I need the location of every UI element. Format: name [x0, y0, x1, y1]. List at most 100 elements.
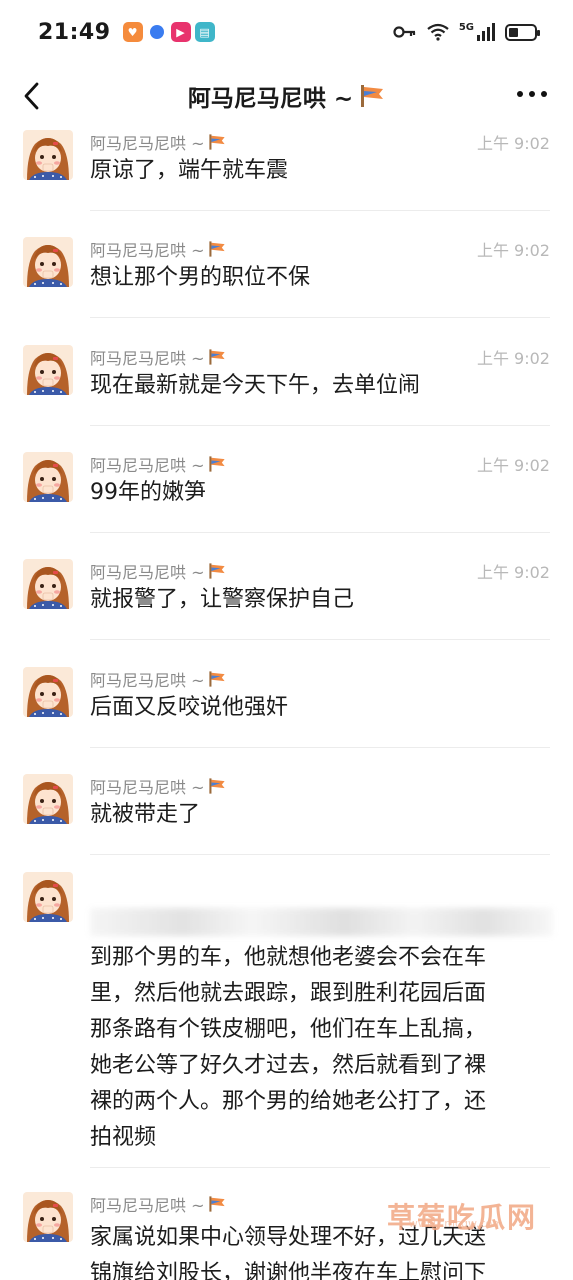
message-item: 阿马尼马尼哄 ~ 上午 9:02 现在最新就是今天下午，去单位闹 — [0, 344, 573, 452]
app-icon-notification-book: ▤ — [194, 22, 215, 42]
battery-icon — [505, 23, 540, 41]
avatar[interactable] — [23, 773, 73, 824]
chat-header: 阿马尼马尼哄 ~ — [0, 64, 573, 128]
avatar[interactable] — [23, 872, 73, 922]
sender-name-text: 阿马尼马尼哄 ~ — [90, 455, 205, 475]
message-item: 阿马尼马尼哄 ~ 后面又反咬说他强奸 — [0, 666, 573, 774]
avatar[interactable] — [23, 559, 73, 610]
message-item-long: 到那个男的车，他就想他老婆会不会在车 里，然后他就去跟踪，跟到胜利花园后面 那条… — [0, 872, 573, 1172]
divider — [90, 1167, 550, 1168]
girl-cartoon-icon — [23, 773, 73, 824]
avatar[interactable] — [23, 451, 73, 502]
long-message-text: 到那个男的车，他就想他老婆会不会在车 里，然后他就去跟踪，跟到胜利花园后面 那条… — [90, 940, 552, 1156]
fish-flag-icon — [361, 85, 384, 107]
avatar[interactable] — [23, 1192, 73, 1242]
message-text: 99年的嫩笋 — [90, 479, 206, 505]
avatar[interactable] — [23, 237, 73, 288]
message-item: 阿马尼马尼哄 ~ 上午 9:02 99年的嫩笋 — [0, 451, 573, 559]
sender-name: 阿马尼马尼哄 ~ — [90, 559, 226, 583]
message-text: 现在最新就是今天下午，去单位闹 — [90, 372, 421, 398]
sender-name-text: 阿马尼马尼哄 ~ — [90, 241, 205, 261]
sender-name: 阿马尼马尼哄 ~ — [90, 667, 226, 691]
message-text: 原谅了，端午就车震 — [90, 158, 289, 183]
avatar[interactable] — [23, 344, 73, 395]
long-message-line: 那条路有个铁皮棚吧，他们在车上乱搞， — [90, 1017, 487, 1042]
message-time: 上午 9:02 — [476, 241, 550, 261]
sender-name-text: 阿马尼马尼哄 ~ — [90, 563, 205, 583]
fish-flag-icon — [208, 563, 225, 579]
message-time: 上午 9:02 — [476, 134, 550, 153]
message-time: 上午 9:02 — [476, 563, 550, 583]
message-list[interactable]: 阿马尼马尼哄 ~ 上午 9:02 原谅了，端午就车震 阿马尼马尼哄 ~ 上午 9:02 想… — [0, 128, 573, 1280]
sender-name-text: 阿马尼马尼哄 ~ — [90, 670, 205, 690]
long-message-line: 到那个男的车，他就想他老婆会不会在车 — [90, 945, 487, 970]
watermark-url: www.cmcgw.com — [408, 1217, 503, 1230]
girl-cartoon-icon — [23, 559, 73, 610]
message-item: 阿马尼马尼哄 ~ 上午 9:02 想让那个男的职位不保 — [0, 237, 573, 344]
message-text: 后面又反咬说他强奸 — [90, 694, 289, 720]
message-text: 就报警了，让警察保护自己 — [90, 587, 355, 613]
chat-title-text: 阿马尼马尼哄 ~ — [187, 86, 354, 112]
message-time: 上午 9:02 — [476, 455, 550, 475]
app-icon-notification-blue — [146, 22, 167, 42]
fish-flag-icon — [208, 134, 225, 150]
status-bar: 21:49 ♥ ▶ ▤ 5G — [0, 0, 573, 64]
network-type: 5G — [458, 22, 474, 33]
sender-name-text: 阿马尼马尼哄 ~ — [90, 777, 205, 797]
divider — [90, 424, 550, 426]
sender-name: 阿马尼马尼哄 ~ — [90, 774, 226, 798]
status-indicators: 5G — [393, 23, 540, 41]
girl-cartoon-icon — [23, 130, 73, 180]
sender-name-text: 阿马尼马尼哄 ~ — [90, 348, 205, 368]
message-item: 阿马尼马尼哄 ~ 上午 9:02 原谅了，端午就车震 — [0, 130, 573, 237]
sender-name: 阿马尼马尼哄 ~ — [90, 452, 226, 476]
sender-name: 阿马尼马尼哄 ~ — [90, 345, 226, 369]
divider — [90, 746, 550, 748]
sender-name-text: 阿马尼马尼哄 ~ — [90, 134, 205, 153]
fish-flag-icon — [208, 241, 225, 257]
sender-name: 阿马尼马尼哄 ~ — [90, 1192, 226, 1216]
message-item: 阿马尼马尼哄 ~ 上午 9:02 就报警了，让警察保护自己 — [0, 559, 573, 666]
fish-flag-icon — [208, 778, 225, 794]
blurred-text-line — [90, 908, 553, 936]
cellular-signal-icon: 5G — [459, 23, 495, 41]
back-arrow-icon[interactable] — [18, 78, 48, 114]
girl-cartoon-icon — [23, 1192, 73, 1242]
key-icon — [393, 26, 415, 38]
message-item: 阿马尼马尼哄 ~ 就被带走了 — [0, 773, 573, 881]
divider — [90, 639, 550, 641]
fish-flag-icon — [208, 670, 225, 687]
girl-cartoon-icon — [23, 237, 73, 288]
wifi-icon — [427, 23, 449, 41]
chat-title: 阿马尼马尼哄 ~ — [188, 79, 385, 113]
avatar[interactable] — [23, 666, 73, 717]
last-message-line: 锦旗给刘股长，谢谢他半夜在车上慰问下 — [90, 1261, 487, 1280]
girl-cartoon-icon — [23, 666, 73, 717]
long-message-line: 里，然后他就去跟踪，跟到胜利花园后面 — [90, 981, 487, 1006]
girl-cartoon-icon — [23, 451, 73, 502]
message-text: 想让那个男的职位不保 — [90, 265, 311, 291]
girl-cartoon-icon — [23, 344, 73, 395]
watermark: 草莓吃瓜网 — [386, 1201, 537, 1234]
message-time: 上午 9:02 — [476, 348, 550, 368]
status-time: 21:49 — [38, 19, 111, 45]
more-options-icon[interactable] — [517, 91, 547, 97]
sender-name: 阿马尼马尼哄 ~ — [90, 130, 226, 154]
long-message-line: 裸的两个人。那个男的给她老公打了，还 — [90, 1089, 487, 1114]
girl-cartoon-icon — [23, 872, 73, 922]
divider — [90, 531, 550, 533]
fish-flag-icon — [208, 456, 225, 472]
sender-name-text: 阿马尼马尼哄 ~ — [90, 1196, 205, 1215]
avatar[interactable] — [23, 130, 73, 180]
sender-name: 阿马尼马尼哄 ~ — [90, 237, 226, 261]
long-message-line: 她老公等了好久才过去，然后就看到了裸 — [90, 1053, 487, 1078]
divider — [90, 210, 550, 211]
app-icon-notification-heart: ♥ — [122, 22, 143, 42]
fish-flag-icon — [208, 348, 225, 365]
app-icon-notification-video: ▶ — [170, 22, 191, 42]
long-message-line: 拍视频 — [90, 1125, 157, 1150]
fish-flag-icon — [208, 1196, 225, 1212]
message-text: 就被带走了 — [90, 801, 201, 827]
divider — [90, 317, 550, 319]
divider — [90, 853, 550, 855]
